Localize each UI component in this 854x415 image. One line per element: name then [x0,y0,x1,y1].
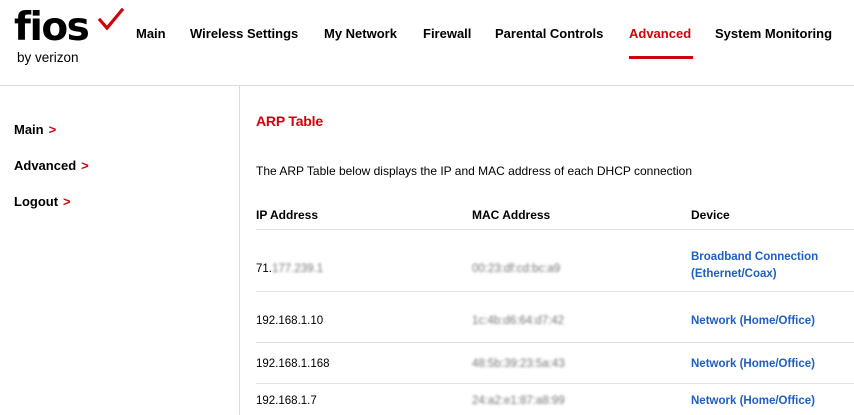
device-line-1: Broadband Connection [691,251,819,263]
chevron-right-icon: > [48,122,57,137]
ip-address-cell: 71.177.239.1 [256,262,323,277]
page-description: The ARP Table below displays the IP and … [256,164,693,178]
sidebar-item-logout[interactable]: Logout > [14,194,71,210]
device-link-network[interactable]: Network (Home/Office) [691,393,815,410]
device-link-broadband[interactable]: Broadband Connection (Ethernet/Coax) [691,249,818,283]
logo-wordmark: fios [14,5,90,50]
sidebar-item-advanced[interactable]: Advanced > [14,158,89,174]
sidebar: Main > Advanced > Logout > [0,86,240,415]
checkmark-icon [97,8,125,31]
column-header-mac: MAC Address [472,208,551,222]
ip-redacted: 177.239.1 [272,263,324,275]
chevron-right-icon: > [63,194,71,209]
ip-address-cell: 192.168.1.168 [256,358,330,370]
ip-address-cell: 192.168.1.7 [256,395,317,407]
fios-logo[interactable]: fios by verizon [14,5,125,66]
sidebar-item-main[interactable]: Main > [14,122,56,138]
table-divider [256,342,854,343]
mac-address-cell: 1c:4b:d6:64:d7:42 [472,315,565,327]
nav-firewall[interactable]: Firewall [423,26,471,42]
sidebar-item-label: Main [14,122,44,137]
top-header: fios by verizon Main Wireless Settings M… [0,0,854,86]
nav-parental-controls[interactable]: Parental Controls [495,26,603,42]
table-divider [256,383,854,384]
nav-wireless-settings[interactable]: Wireless Settings [190,26,298,42]
active-tab-indicator [629,56,693,59]
page-title: ARP Table [256,113,323,129]
device-link-network[interactable]: Network (Home/Office) [691,313,815,330]
column-header-ip: IP Address [256,208,319,222]
mac-address-cell: 48:5b:39:23:5a:43 [472,358,565,370]
nav-my-network[interactable]: My Network [324,26,397,42]
nav-advanced[interactable]: Advanced [629,26,691,42]
ip-address-cell: 192.168.1.10 [256,315,324,327]
table-divider [256,291,854,292]
nav-system-monitoring[interactable]: System Monitoring [715,26,832,42]
main-content: ARP Table The ARP Table below displays t… [240,86,854,415]
device-line-2: (Ethernet/Coax) [691,268,777,280]
ip-prefix: 71. [256,263,272,275]
logo-subtitle: by verizon [17,50,79,65]
nav-main[interactable]: Main [136,26,166,42]
device-link-network[interactable]: Network (Home/Office) [691,356,815,373]
chevron-right-icon: > [81,158,89,173]
sidebar-item-label: Logout [14,194,59,209]
mac-address-cell: 24:a2:e1:87:a8:99 [472,395,565,407]
sidebar-item-label: Advanced [14,158,77,173]
mac-address-cell: 00:23:df:cd:bc:a9 [472,263,561,275]
column-header-device: Device [691,208,730,222]
table-divider [256,229,854,230]
